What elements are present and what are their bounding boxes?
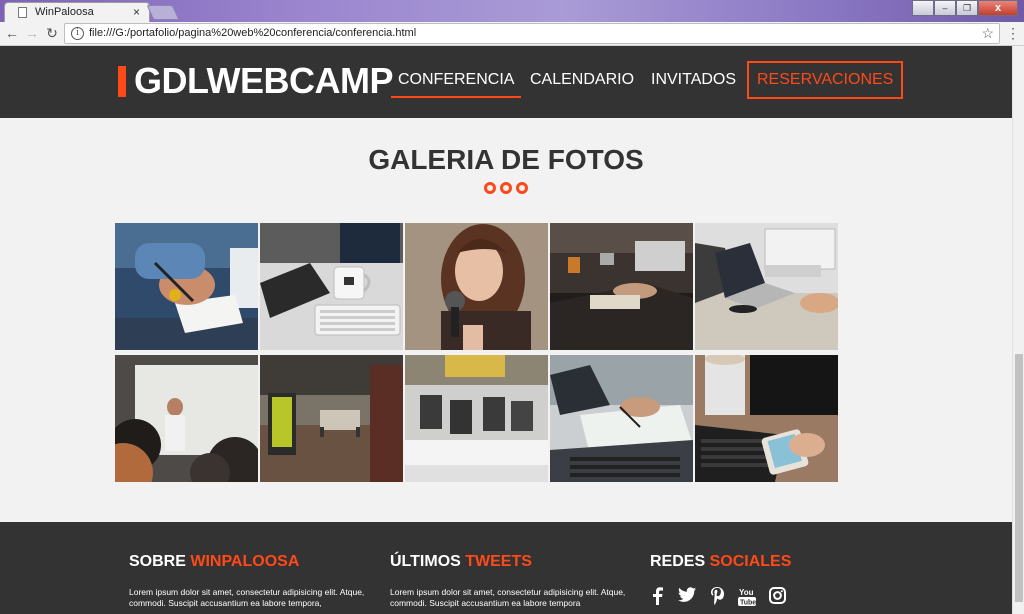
tab-title: WinPaloosa: [35, 6, 94, 18]
browser-menu-icon[interactable]: ⋮: [1006, 25, 1020, 42]
minimize-button[interactable]: ‒: [934, 0, 956, 16]
svg-text:Tube: Tube: [740, 600, 756, 607]
footer-social-title-b: SOCIALES: [709, 553, 792, 570]
instagram-icon[interactable]: [762, 587, 792, 607]
pinterest-icon[interactable]: [702, 587, 732, 607]
footer-social-title: REDES SOCIALES: [650, 553, 791, 571]
office-hallway-photo[interactable]: [260, 355, 403, 482]
page-viewport: GDLWEBCAMP CONFERENCIA CALENDARIO INVITA…: [0, 46, 1012, 614]
title-dots-decoration: [484, 182, 530, 196]
gallery-title: GALERIA DE FOTOS: [368, 144, 644, 175]
browser-toolbar: ← → ↻ i file:///G:/portafolio/pagina%20w…: [0, 22, 1024, 46]
dot-icon: [484, 182, 496, 194]
footer-tweets-text: Lorem ipsum dolor sit amet, consectetur …: [390, 587, 626, 608]
footer-tweets-title-b: TWEETS: [465, 553, 532, 570]
meeting-table-photo[interactable]: [550, 223, 693, 350]
footer-about-title-b: WINPALOOSA: [190, 553, 300, 570]
window-controls: ‒ ❐ x: [912, 0, 1018, 16]
laptops-workspace-photo[interactable]: [695, 223, 838, 350]
laptop-writing-photo[interactable]: [550, 355, 693, 482]
reload-icon[interactable]: ↻: [44, 25, 60, 41]
nav-reservaciones-button[interactable]: RESERVACIONES: [747, 61, 904, 99]
youtube-icon[interactable]: You Tube: [732, 587, 762, 607]
facebook-icon[interactable]: [642, 587, 672, 607]
photo-gallery: [115, 223, 839, 483]
site-header: GDLWEBCAMP CONFERENCIA CALENDARIO INVITA…: [0, 46, 1012, 118]
back-arrow-icon[interactable]: ←: [4, 25, 20, 41]
forward-arrow-icon[interactable]: →: [24, 25, 40, 41]
close-window-button[interactable]: x: [978, 0, 1018, 16]
woman-microphone-photo[interactable]: [405, 223, 548, 350]
footer-social-title-a: REDES: [650, 553, 710, 570]
site-logo[interactable]: GDLWEBCAMP: [134, 60, 394, 102]
info-icon[interactable]: i: [71, 27, 84, 40]
footer-about-title-a: SOBRE: [129, 553, 191, 570]
footer-tweets-title-a: ÚLTIMOS: [390, 553, 466, 570]
page-icon: [18, 7, 27, 18]
speaker-presentation-photo[interactable]: [115, 355, 258, 482]
desk-keyboard-mug-photo[interactable]: [260, 223, 403, 350]
footer-about-title: SOBRE WINPALOOSA: [129, 553, 299, 571]
url-text[interactable]: file:///G:/portafolio/pagina%20web%20con…: [89, 27, 416, 39]
nav-calendario[interactable]: CALENDARIO: [523, 62, 641, 98]
social-links: You Tube: [642, 586, 792, 608]
dot-icon: [500, 182, 512, 194]
logo-accent-bar: [118, 66, 126, 97]
empty-office-chairs-photo[interactable]: [405, 355, 548, 482]
footer-about-text: Lorem ipsum dolor sit amet, consectetur …: [129, 587, 365, 608]
dot-icon: [516, 182, 528, 194]
address-bar[interactable]: i file:///G:/portafolio/pagina%20web%20c…: [64, 23, 1000, 44]
hand-writing-notebook-photo[interactable]: [115, 223, 258, 350]
bookmark-star-icon[interactable]: ☆: [981, 25, 994, 42]
svg-text:You: You: [739, 588, 754, 597]
footer-tweets-title: ÚLTIMOS TWEETS: [390, 553, 532, 571]
new-tab-button[interactable]: [146, 5, 180, 20]
window-titlebar: WinPaloosa × ‒ ❐ x: [0, 0, 1024, 22]
twitter-icon[interactable]: [672, 587, 702, 607]
nav-conferencia[interactable]: CONFERENCIA: [391, 62, 522, 98]
close-tab-icon[interactable]: ×: [133, 5, 140, 19]
browser-tab[interactable]: WinPaloosa ×: [4, 2, 150, 22]
scrollbar-thumb[interactable]: [1015, 354, 1023, 602]
nav-invitados[interactable]: INVITADOS: [644, 62, 743, 98]
vertical-scrollbar[interactable]: [1012, 46, 1024, 614]
maximize-button[interactable]: ❐: [956, 0, 978, 16]
phone-coffee-keyboard-photo[interactable]: [695, 355, 838, 482]
user-icon[interactable]: [912, 0, 934, 16]
site-footer: SOBRE WINPALOOSA Lorem ipsum dolor sit a…: [0, 522, 1012, 614]
